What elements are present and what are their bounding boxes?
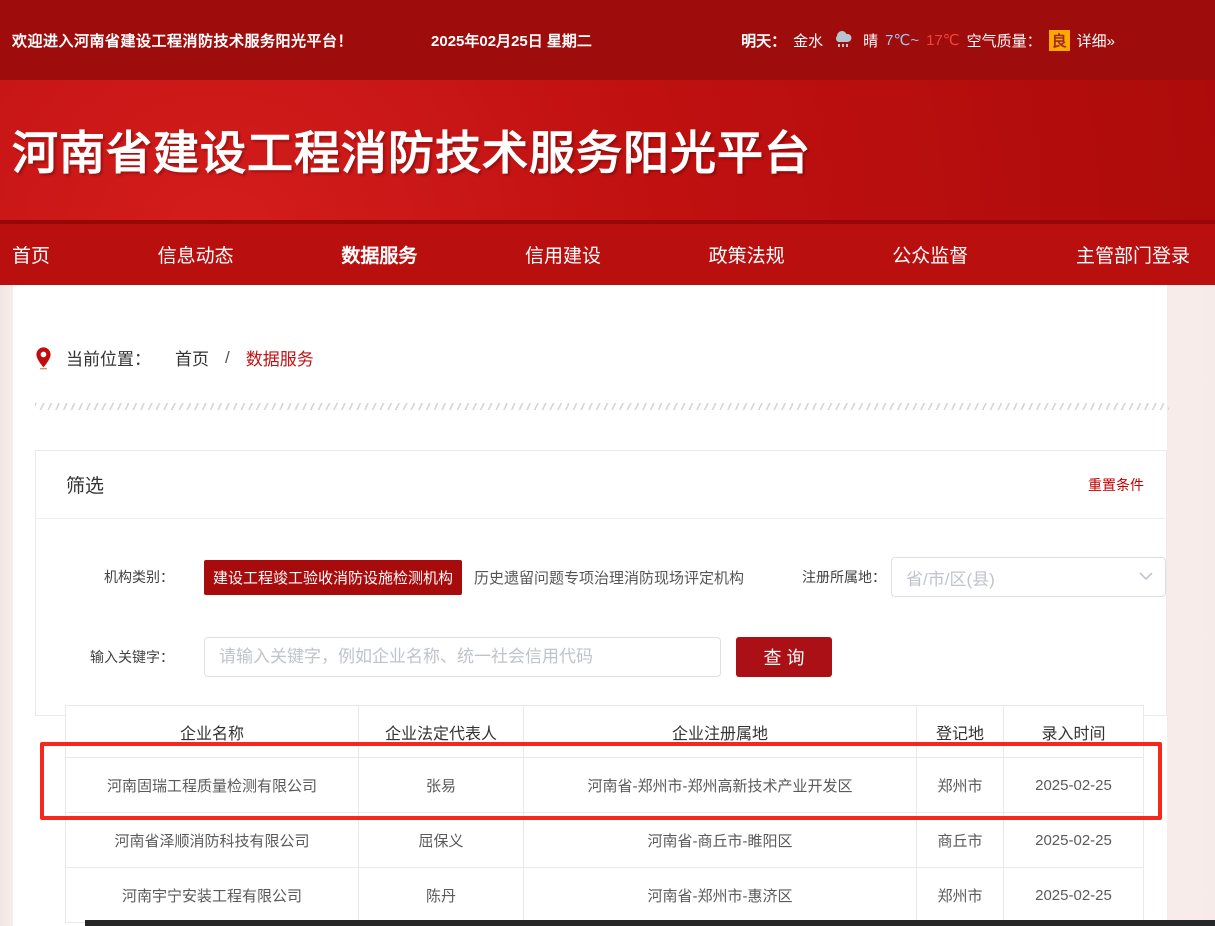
- cell-entry-date: 2025-02-25: [1004, 758, 1144, 813]
- cell-legal-rep: 陈丹: [359, 868, 524, 923]
- results-table: 企业名称 企业法定代表人 企业注册属地 登记地 录入时间 河南固瑞工程质量检测有…: [65, 705, 1144, 923]
- region-select[interactable]: 省/市/区(县): [891, 557, 1166, 597]
- aqi-badge: 良: [1049, 30, 1070, 51]
- cell-entry-date: 2025-02-25: [1004, 813, 1144, 868]
- col-header-registered-region: 企业注册属地: [524, 706, 917, 758]
- table-row[interactable]: 河南省泽顺消防科技有限公司 屈保义 河南省-商丘市-睢阳区 商丘市 2025-0…: [66, 813, 1144, 868]
- top-utility-bar: 欢迎进入河南省建设工程消防技术服务阳光平台！ 2025年02月25日 星期二 明…: [0, 0, 1215, 80]
- cell-registered-region: 河南省-商丘市-睢阳区: [524, 813, 917, 868]
- hatch-divider: [35, 403, 1169, 410]
- cell-registration-place: 商丘市: [917, 813, 1004, 868]
- location-pin-icon: [35, 346, 52, 370]
- weather-tomorrow-label: 明天：: [741, 30, 786, 51]
- nav-item-home[interactable]: 首页: [12, 241, 50, 268]
- region-label: 注册所属地：: [766, 567, 886, 587]
- nav-item-dept-login[interactable]: 主管部门登录: [1076, 241, 1190, 268]
- site-title: 河南省建设工程消防技术服务阳光平台: [12, 117, 811, 183]
- nav-item-data-service[interactable]: 数据服务: [341, 241, 417, 268]
- nav-item-credit[interactable]: 信用建设: [525, 241, 601, 268]
- bottom-edge-bar: [85, 920, 1215, 926]
- cloud-icon: [830, 28, 856, 52]
- cell-registered-region: 河南省-郑州市-惠济区: [524, 868, 917, 923]
- col-header-legal-rep: 企业法定代表人: [359, 706, 524, 758]
- table-header-row: 企业名称 企业法定代表人 企业注册属地 登记地 录入时间: [66, 706, 1144, 758]
- cell-registered-region: 河南省-郑州市-郑州高新技术产业开发区: [524, 758, 917, 813]
- filter-card: 筛选 重置条件 机构类别： 建设工程竣工验收消防设施检测机构 历史遗留问题专项治…: [35, 450, 1167, 716]
- breadcrumb-separator: /: [225, 348, 230, 368]
- nav-item-supervision[interactable]: 公众监督: [892, 241, 968, 268]
- col-header-registration-place: 登记地: [917, 706, 1004, 758]
- content-panel: 当前位置： 首页 / 数据服务 筛选 重置条件 机构类别： 建设工程竣工验收消防…: [13, 285, 1167, 926]
- reset-filters-link[interactable]: 重置条件: [1088, 475, 1144, 495]
- weather-detail-link[interactable]: 详细»: [1077, 30, 1115, 51]
- weather-city: 金水: [793, 30, 823, 51]
- breadcrumb: 当前位置： 首页 / 数据服务: [35, 345, 314, 370]
- cell-company-name: 河南固瑞工程质量检测有限公司: [66, 758, 359, 813]
- nav-item-news[interactable]: 信息动态: [158, 241, 234, 268]
- chevron-down-icon: [1139, 568, 1153, 586]
- filter-row-keyword: 输入关键字： 查 询: [36, 637, 1166, 677]
- date-text: 2025年02月25日 星期二: [431, 30, 592, 51]
- keyword-input[interactable]: [204, 637, 721, 677]
- weather-aqi-label: 空气质量：: [967, 30, 1042, 51]
- cell-company-name: 河南省泽顺消防科技有限公司: [66, 813, 359, 868]
- weather-temp-high: 17℃: [926, 31, 960, 49]
- breadcrumb-label: 当前位置：: [66, 345, 151, 370]
- page-body: 当前位置： 首页 / 数据服务 筛选 重置条件 机构类别： 建设工程竣工验收消防…: [0, 285, 1215, 926]
- category-label: 机构类别：: [66, 567, 174, 587]
- category-tab-detection-agency[interactable]: 建设工程竣工验收消防设施检测机构: [204, 560, 462, 595]
- search-button[interactable]: 查 询: [736, 637, 832, 677]
- cell-legal-rep: 屈保义: [359, 813, 524, 868]
- table-row[interactable]: 河南固瑞工程质量检测有限公司 张易 河南省-郑州市-郑州高新技术产业开发区 郑州…: [66, 758, 1144, 813]
- region-select-placeholder: 省/市/区(县): [906, 565, 995, 590]
- site-masthead: 河南省建设工程消防技术服务阳光平台: [0, 80, 1215, 220]
- cell-registration-place: 郑州市: [917, 758, 1004, 813]
- table-row[interactable]: 河南宇宁安装工程有限公司 陈丹 河南省-郑州市-惠济区 郑州市 2025-02-…: [66, 868, 1144, 923]
- cell-registration-place: 郑州市: [917, 868, 1004, 923]
- main-nav: 首页 信息动态 数据服务 信用建设 政策法规 公众监督 主管部门登录: [0, 220, 1215, 285]
- col-header-entry-date: 录入时间: [1004, 706, 1144, 758]
- filter-title: 筛选: [66, 471, 104, 498]
- filter-row-category: 机构类别： 建设工程竣工验收消防设施检测机构 历史遗留问题专项治理消防现场评定机…: [36, 557, 1166, 597]
- weather-condition: 晴: [863, 30, 878, 51]
- breadcrumb-current: 数据服务: [246, 345, 314, 370]
- cell-legal-rep: 张易: [359, 758, 524, 813]
- filter-card-header: 筛选 重置条件: [36, 451, 1166, 519]
- welcome-text: 欢迎进入河南省建设工程消防技术服务阳光平台！: [12, 30, 353, 51]
- weather-widget: 明天： 金水 晴 7℃~ 17℃ 空气质量： 良 详细»: [741, 28, 1115, 52]
- cell-entry-date: 2025-02-25: [1004, 868, 1144, 923]
- cell-company-name: 河南宇宁安装工程有限公司: [66, 868, 359, 923]
- keyword-label: 输入关键字：: [66, 647, 174, 667]
- category-tab-legacy-assessment[interactable]: 历史遗留问题专项治理消防现场评定机构: [474, 567, 744, 588]
- nav-item-policy[interactable]: 政策法规: [709, 241, 785, 268]
- col-header-company-name: 企业名称: [66, 706, 359, 758]
- weather-temp-low: 7℃~: [885, 31, 919, 49]
- breadcrumb-home-link[interactable]: 首页: [175, 345, 209, 370]
